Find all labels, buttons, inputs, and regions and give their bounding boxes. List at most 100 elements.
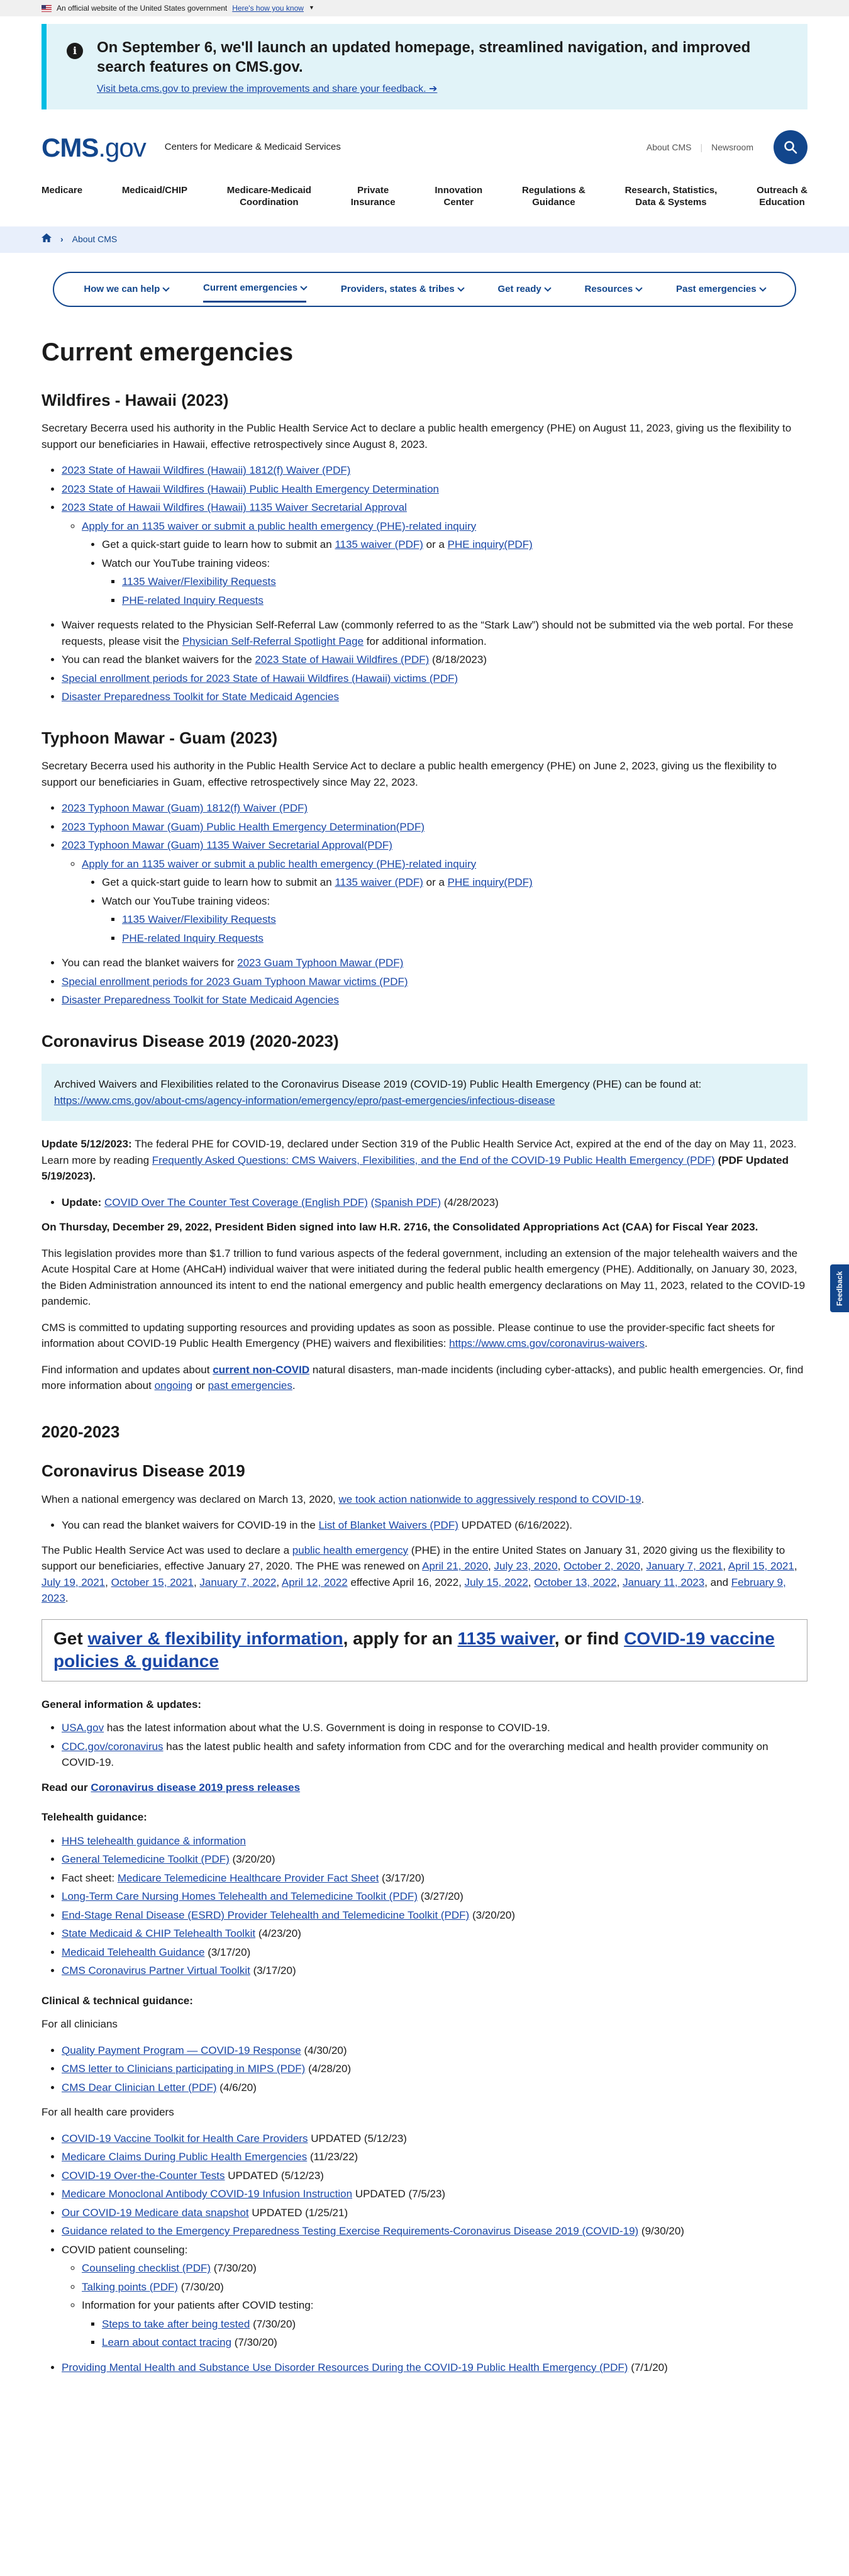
main-nav-item[interactable]: Medicare bbox=[42, 185, 82, 209]
renewal-date-link[interactable]: January 7, 2021 bbox=[646, 1560, 723, 1572]
renewal-date-link[interactable]: April 12, 2022 bbox=[282, 1576, 348, 1588]
feedback-button[interactable]: Feedback bbox=[830, 1264, 849, 1312]
guam-link-1135-approval[interactable]: 2023 Typhoon Mawar (Guam) 1135 Waiver Se… bbox=[62, 839, 392, 851]
ltc-toolkit-link[interactable]: Long-Term Care Nursing Homes Telehealth … bbox=[62, 1890, 418, 1902]
past-emergencies-link[interactable]: past emergencies bbox=[208, 1380, 292, 1391]
mental-health-link[interactable]: Providing Mental Health and Substance Us… bbox=[62, 2361, 628, 2373]
dear-clinician-link[interactable]: CMS Dear Clinician Letter (PDF) bbox=[62, 2082, 217, 2094]
steps-after-testing-link[interactable]: Steps to take after being tested bbox=[102, 2318, 250, 2330]
usa-gov-link[interactable]: USA.gov bbox=[62, 1722, 104, 1734]
blanket-waivers-link[interactable]: List of Blanket Waivers (PDF) bbox=[319, 1519, 458, 1531]
guam-link-phe-determination[interactable]: 2023 Typhoon Mawar (Guam) Public Health … bbox=[62, 821, 425, 833]
coronavirus-waivers-link[interactable]: https://www.cms.gov/coronavirus-waivers bbox=[449, 1337, 645, 1349]
subnav-item[interactable]: Providers, states & tribes bbox=[341, 277, 465, 302]
hawaii-1135-pdf-link[interactable]: 1135 waiver (PDF) bbox=[335, 538, 423, 550]
hawaii-link-1135-approval[interactable]: 2023 State of Hawaii Wildfires (Hawaii) … bbox=[62, 501, 407, 513]
main-nav-item[interactable]: Research, Statistics, Data & Systems bbox=[625, 185, 718, 209]
qpp-link[interactable]: Quality Payment Program — COVID-19 Respo… bbox=[62, 2044, 301, 2056]
phe-link[interactable]: public health emergency bbox=[292, 1544, 408, 1556]
renewal-date-link[interactable]: April 21, 2020 bbox=[422, 1560, 488, 1572]
current-non-covid-link[interactable]: current non-COVID bbox=[213, 1364, 309, 1376]
renewal-date-link[interactable]: January 7, 2022 bbox=[199, 1576, 276, 1588]
medicaid-telehealth-link[interactable]: Medicaid Telehealth Guidance bbox=[62, 1946, 204, 1958]
waiver-flexibility-link[interactable]: waiver & flexibility information bbox=[87, 1629, 343, 1648]
monoclonal-link[interactable]: Medicare Monoclonal Antibody COVID-19 In… bbox=[62, 2188, 352, 2200]
otc-spanish-link[interactable]: (Spanish PDF) bbox=[371, 1196, 441, 1208]
data-snapshot-link[interactable]: Our COVID-19 Medicare data snapshot bbox=[62, 2207, 249, 2219]
guam-video-1135[interactable]: 1135 Waiver/Flexibility Requests bbox=[122, 913, 276, 925]
guam-toolkit-link[interactable]: Disaster Preparedness Toolkit for State … bbox=[62, 994, 339, 1006]
archive-link[interactable]: https://www.cms.gov/about-cms/agency-inf… bbox=[54, 1095, 555, 1107]
renewal-date-link[interactable]: January 11, 2023 bbox=[623, 1576, 704, 1588]
talking-points-link[interactable]: Talking points (PDF) bbox=[82, 2281, 178, 2293]
stark-spotlight-link[interactable]: Physician Self-Referral Spotlight Page bbox=[182, 635, 363, 647]
hawaii-special-enrollment-link[interactable]: Special enrollment periods for 2023 Stat… bbox=[62, 672, 458, 684]
press-releases-link[interactable]: Coronavirus disease 2019 press releases bbox=[91, 1781, 300, 1793]
guam-blanket-link[interactable]: 2023 Guam Typhoon Mawar (PDF) bbox=[237, 957, 403, 969]
subnav-item[interactable]: Resources bbox=[584, 277, 643, 302]
main-nav-item[interactable]: Innovation Center bbox=[435, 185, 482, 209]
renewal-date-link[interactable]: October 2, 2020 bbox=[563, 1560, 640, 1572]
callout-1135-link[interactable]: 1135 waiver bbox=[458, 1629, 555, 1648]
guam-1135-pdf-link[interactable]: 1135 waiver (PDF) bbox=[335, 876, 423, 888]
main-nav-item[interactable]: Medicare-Medicaid Coordination bbox=[227, 185, 311, 209]
hawaii-link-1812f[interactable]: 2023 State of Hawaii Wildfires (Hawaii) … bbox=[62, 464, 350, 476]
alert-preview-link[interactable]: Visit beta.cms.gov to preview the improv… bbox=[97, 82, 437, 97]
newsroom-link[interactable]: Newsroom bbox=[711, 141, 753, 154]
hhs-telehealth-link[interactable]: HHS telehealth guidance & information bbox=[62, 1835, 246, 1847]
hawaii-video-phe[interactable]: PHE-related Inquiry Requests bbox=[122, 594, 264, 606]
stark-text-end: for additional information. bbox=[366, 635, 487, 647]
faq-link[interactable]: Frequently Asked Questions: CMS Waivers,… bbox=[152, 1154, 715, 1166]
home-icon[interactable] bbox=[42, 233, 52, 246]
hawaii-link-phe-determination[interactable]: 2023 State of Hawaii Wildfires (Hawaii) … bbox=[62, 483, 439, 495]
contact-tracing-link[interactable]: Learn about contact tracing bbox=[102, 2336, 231, 2348]
esrd-toolkit-link[interactable]: End-Stage Renal Disease (ESRD) Provider … bbox=[62, 1909, 469, 1921]
mips-letter-link[interactable]: CMS letter to Clinicians participating i… bbox=[62, 2063, 305, 2075]
renewal-date-link[interactable]: July 15, 2022 bbox=[465, 1576, 528, 1588]
subnav-item[interactable]: Current emergencies bbox=[203, 276, 308, 303]
guam-phe-inquiry-link[interactable]: PHE inquiry(PDF) bbox=[448, 876, 533, 888]
emergency-preparedness-link[interactable]: Guidance related to the Emergency Prepar… bbox=[62, 2225, 638, 2237]
partner-toolkit-link[interactable]: CMS Coronavirus Partner Virtual Toolkit bbox=[62, 1965, 250, 1977]
hawaii-phe-inquiry-link[interactable]: PHE inquiry(PDF) bbox=[448, 538, 533, 550]
search-button[interactable] bbox=[774, 130, 807, 165]
about-cms-link[interactable]: About CMS bbox=[646, 141, 692, 154]
renewal-date-link[interactable]: April 15, 2021 bbox=[728, 1560, 794, 1572]
main-nav-item[interactable]: Medicaid/CHIP bbox=[122, 185, 187, 209]
ongoing-link[interactable]: ongoing bbox=[155, 1380, 193, 1391]
guam-video-phe[interactable]: PHE-related Inquiry Requests bbox=[122, 932, 264, 944]
archive-text: Archived Waivers and Flexibilities relat… bbox=[54, 1078, 702, 1091]
hawaii-blanket-link[interactable]: 2023 State of Hawaii Wildfires (PDF) bbox=[255, 654, 429, 666]
took-action-link[interactable]: we took action nationwide to aggressivel… bbox=[339, 1493, 641, 1505]
otc-tests-link[interactable]: COVID-19 Over-the-Counter Tests bbox=[62, 2170, 225, 2182]
hawaii-apply-link[interactable]: Apply for an 1135 waiver or submit a pub… bbox=[82, 520, 476, 532]
subnav-item[interactable]: Past emergencies bbox=[676, 277, 767, 302]
renewal-date-link[interactable]: July 23, 2020 bbox=[494, 1560, 558, 1572]
cms-logo[interactable]: CMS.gov Centers for Medicare & Medicaid … bbox=[42, 128, 341, 167]
renewal-date-link[interactable]: October 15, 2021 bbox=[111, 1576, 194, 1588]
telemedicine-toolkit-link[interactable]: General Telemedicine Toolkit (PDF) bbox=[62, 1853, 230, 1865]
heres-how-you-know-link[interactable]: Here's how you know bbox=[232, 3, 304, 14]
hawaii-video-1135[interactable]: 1135 Waiver/Flexibility Requests bbox=[122, 576, 276, 588]
renewal-date-link[interactable]: October 13, 2022 bbox=[534, 1576, 616, 1588]
subnav-item[interactable]: Get ready bbox=[498, 277, 552, 302]
vaccine-toolkit-link[interactable]: COVID-19 Vaccine Toolkit for Health Care… bbox=[62, 2133, 308, 2144]
medicaid-chip-toolkit-link[interactable]: State Medicaid & CHIP Telehealth Toolkit bbox=[62, 1927, 255, 1939]
breadcrumb-about-cms[interactable]: About CMS bbox=[72, 233, 118, 246]
main-nav-item[interactable]: Regulations & Guidance bbox=[522, 185, 585, 209]
telemedicine-fact-sheet-link[interactable]: Medicare Telemedicine Healthcare Provide… bbox=[118, 1872, 379, 1884]
otc-english-link[interactable]: COVID Over The Counter Test Coverage (En… bbox=[104, 1196, 368, 1208]
hawaii-toolkit-link[interactable]: Disaster Preparedness Toolkit for State … bbox=[62, 691, 339, 703]
guam-special-enrollment-link[interactable]: Special enrollment periods for 2023 Guam… bbox=[62, 976, 408, 988]
cdc-link[interactable]: CDC.gov/coronavirus bbox=[62, 1741, 164, 1753]
date: UPDATED (1/25/21) bbox=[252, 2206, 348, 2219]
main-nav-item[interactable]: Private Insurance bbox=[351, 185, 396, 209]
main-nav-item[interactable]: Outreach & Education bbox=[757, 185, 807, 209]
alert-title: On September 6, we'll launch an updated … bbox=[97, 39, 751, 76]
subnav-item[interactable]: How we can help bbox=[84, 277, 170, 302]
medicare-claims-link[interactable]: Medicare Claims During Public Health Eme… bbox=[62, 2151, 307, 2163]
guam-apply-link[interactable]: Apply for an 1135 waiver or submit a pub… bbox=[82, 858, 476, 870]
guam-link-1812f[interactable]: 2023 Typhoon Mawar (Guam) 1812(f) Waiver… bbox=[62, 802, 308, 814]
renewal-date-link[interactable]: July 19, 2021 bbox=[42, 1576, 105, 1588]
counseling-checklist-link[interactable]: Counseling checklist (PDF) bbox=[82, 2262, 211, 2274]
